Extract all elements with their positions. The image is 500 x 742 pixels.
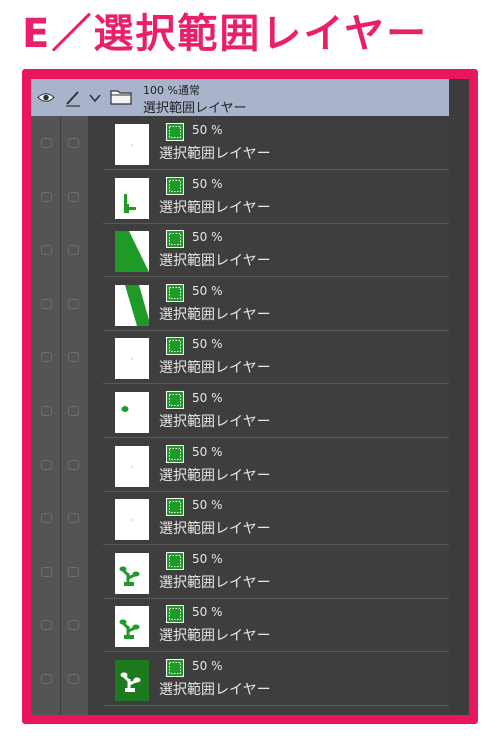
- layer-opacity: 50 %: [192, 498, 223, 513]
- layer-name: 選択範囲レイヤー: [159, 146, 271, 162]
- layer-opacity: 50 %: [192, 230, 223, 245]
- layer-opacity: 50 %: [192, 337, 223, 352]
- row-divider: [103, 705, 449, 706]
- layer-opacity: 50 %: [192, 551, 223, 566]
- layer-thumbnail[interactable]: [115, 177, 149, 219]
- folder-opacity-blend: 100 %通常: [143, 84, 200, 97]
- layer-thumbnail[interactable]: [115, 660, 149, 701]
- selection-mask-icon: [166, 123, 184, 141]
- layer-name: 選択範囲レイヤー: [159, 521, 271, 538]
- layer-row[interactable]: 50 % 選択範囲レイヤー: [31, 117, 449, 170]
- edit-lock-checkbox[interactable]: [68, 352, 79, 363]
- selection-mask-icon: [166, 283, 184, 302]
- folder-icon: [110, 90, 132, 105]
- visibility-checkbox[interactable]: [41, 298, 52, 309]
- layer-opacity: 50 %: [192, 176, 223, 191]
- layer-row[interactable]: 50 % 選択範囲レイヤー: [31, 546, 449, 599]
- selection-mask-icon: [166, 444, 184, 463]
- edit-lock-checkbox[interactable]: [68, 245, 79, 256]
- layer-name: 選択範囲レイヤー: [159, 628, 271, 645]
- eye-icon[interactable]: [37, 91, 55, 104]
- layer-name: 選択範囲レイヤー: [159, 199, 271, 216]
- edit-lock-checkbox[interactable]: [68, 191, 79, 202]
- visibility-checkbox[interactable]: [41, 352, 52, 363]
- layer-opacity: 50 %: [192, 444, 223, 459]
- edit-lock-checkbox[interactable]: [68, 674, 79, 684]
- folder-name: 選択範囲レイヤー: [143, 101, 247, 116]
- selection-mask-icon: [166, 605, 184, 624]
- layer-opacity: 50 %: [192, 123, 223, 137]
- layer-row[interactable]: 50 % 選択範囲レイヤー: [31, 278, 449, 331]
- layer-thumbnail[interactable]: [115, 392, 149, 433]
- layer-panel: 100 %通常 選択範囲レイヤー 50 % 選択範囲レイヤー 50 % 選択範囲レイヤ…: [31, 79, 469, 715]
- layer-row[interactable]: 50 % 選択範囲レイヤー: [31, 492, 449, 546]
- panel-scroll-gutter[interactable]: [449, 79, 469, 715]
- layer-row[interactable]: 50 % 選択範囲レイヤー: [31, 385, 449, 438]
- edit-lock-checkbox[interactable]: [68, 459, 79, 470]
- layer-row[interactable]: 50 % 選択範囲レイヤー: [31, 653, 449, 706]
- layer-thumbnail[interactable]: [115, 124, 149, 165]
- visibility-checkbox[interactable]: [41, 191, 52, 202]
- pen-icon[interactable]: [64, 89, 82, 107]
- layer-name: 選択範囲レイヤー: [159, 253, 271, 270]
- layer-name: 選択範囲レイヤー: [159, 467, 271, 484]
- layer-thumbnail[interactable]: [115, 606, 149, 648]
- edit-lock-checkbox[interactable]: [68, 620, 79, 631]
- visibility-checkbox[interactable]: [41, 674, 52, 684]
- selection-mask-icon: [166, 391, 184, 409]
- visibility-checkbox[interactable]: [41, 620, 52, 631]
- selection-mask-icon: [166, 551, 184, 570]
- visibility-checkbox[interactable]: [41, 513, 52, 524]
- layer-row[interactable]: 50 % 選択範囲レイヤー: [31, 599, 449, 653]
- visibility-checkbox[interactable]: [41, 406, 52, 416]
- layer-row[interactable]: 50 % 選択範囲レイヤー: [31, 224, 449, 278]
- layer-opacity: 50 %: [192, 659, 223, 673]
- edit-lock-checkbox[interactable]: [68, 513, 79, 524]
- edit-lock-checkbox[interactable]: [68, 566, 79, 577]
- layer-row[interactable]: 50 % 選択範囲レイヤー: [31, 439, 449, 492]
- layer-thumbnail[interactable]: [115, 552, 149, 594]
- layer-thumbnail[interactable]: [115, 284, 149, 326]
- edit-lock-checkbox[interactable]: [68, 298, 79, 309]
- edit-lock-checkbox[interactable]: [68, 138, 79, 148]
- selection-mask-icon: [166, 659, 184, 677]
- layer-name: 選択範囲レイヤー: [159, 682, 271, 698]
- layer-opacity: 50 %: [192, 391, 223, 405]
- visibility-checkbox[interactable]: [41, 566, 52, 577]
- layer-name: 選択範囲レイヤー: [159, 306, 271, 323]
- layer-thumbnail[interactable]: [115, 445, 149, 487]
- visibility-checkbox[interactable]: [41, 459, 52, 470]
- layer-thumbnail[interactable]: [115, 231, 149, 273]
- layer-thumbnail[interactable]: [115, 338, 149, 380]
- chevron-down-icon[interactable]: [89, 93, 101, 103]
- selection-mask-icon: [166, 176, 184, 195]
- layer-name: 選択範囲レイヤー: [159, 574, 271, 591]
- selection-mask-icon: [166, 498, 184, 517]
- page-title: E／選択範囲レイヤー: [22, 11, 429, 57]
- selection-mask-icon: [166, 337, 184, 356]
- layer-name: 選択範囲レイヤー: [159, 360, 271, 377]
- layer-thumbnail[interactable]: [115, 499, 149, 541]
- edit-lock-checkbox[interactable]: [68, 406, 79, 416]
- visibility-checkbox[interactable]: [41, 138, 52, 148]
- layer-row[interactable]: 50 % 選択範囲レイヤー: [31, 331, 449, 385]
- layer-opacity: 50 %: [192, 605, 223, 620]
- folder-row[interactable]: 100 %通常 選択範囲レイヤー: [31, 79, 449, 116]
- layer-row[interactable]: 50 % 選択範囲レイヤー: [31, 171, 449, 224]
- layer-name: 選択範囲レイヤー: [159, 414, 271, 430]
- layer-opacity: 50 %: [192, 283, 223, 298]
- selection-mask-icon: [166, 230, 184, 249]
- visibility-checkbox[interactable]: [41, 245, 52, 256]
